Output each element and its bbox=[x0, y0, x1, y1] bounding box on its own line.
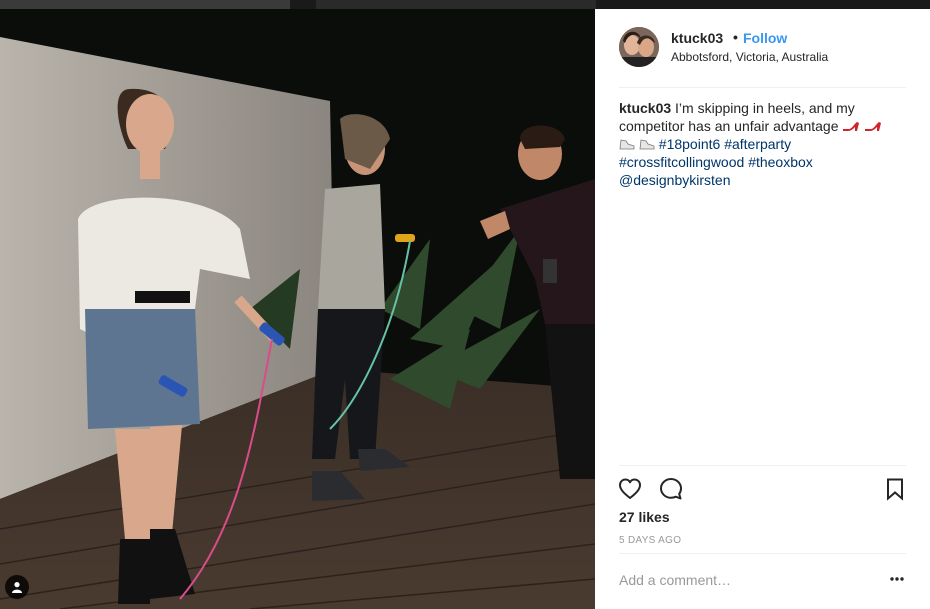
heart-icon[interactable] bbox=[617, 476, 643, 502]
top-strip bbox=[0, 0, 930, 9]
sneaker-emoji-icon bbox=[619, 139, 635, 150]
avatar[interactable] bbox=[619, 27, 659, 67]
post-location[interactable]: Abbotsford, Victoria, Australia bbox=[671, 50, 828, 64]
hashtag-link[interactable]: #18point6 bbox=[659, 136, 721, 152]
photo-scene bbox=[0, 9, 595, 609]
separator-dot: • bbox=[733, 29, 738, 45]
hashtag-link[interactable]: #crossfitcollingwood bbox=[619, 154, 744, 170]
sneaker-emoji-icon bbox=[639, 139, 655, 150]
comment-divider bbox=[619, 553, 906, 554]
follow-button[interactable]: Follow bbox=[743, 30, 787, 46]
bookmark-icon[interactable] bbox=[882, 476, 908, 502]
avatar-image bbox=[619, 27, 659, 67]
likes-count[interactable]: 27 likes bbox=[619, 509, 670, 525]
mention-link[interactable]: @designbykirsten bbox=[619, 172, 731, 188]
strip-segment bbox=[316, 0, 596, 9]
header-divider bbox=[619, 87, 906, 88]
user-tag-icon[interactable] bbox=[5, 575, 29, 599]
post-photo[interactable] bbox=[0, 9, 595, 609]
high-heel-emoji-icon bbox=[865, 122, 882, 131]
post-caption: ktuck03 I’m skipping in heels, and my co… bbox=[619, 99, 909, 189]
hashtag-link[interactable]: #theoxbox bbox=[748, 154, 813, 170]
comment-input[interactable] bbox=[619, 572, 869, 588]
caption-username[interactable]: ktuck03 bbox=[619, 100, 671, 116]
hashtag-link[interactable]: #afterparty bbox=[724, 136, 791, 152]
comment-bubble-icon[interactable] bbox=[658, 476, 684, 502]
post-username[interactable]: ktuck03 bbox=[671, 30, 723, 46]
high-heel-emoji-icon bbox=[843, 122, 860, 131]
actions-divider bbox=[619, 465, 906, 466]
post-timestamp[interactable]: 5 DAYS AGO bbox=[619, 535, 681, 546]
post-header: ktuck03 • Follow Abbotsford, Victoria, A… bbox=[595, 9, 930, 87]
post-sidebar: ktuck03 • Follow Abbotsford, Victoria, A… bbox=[595, 9, 930, 609]
user-tag-glyph bbox=[12, 582, 22, 593]
more-options-icon[interactable] bbox=[889, 574, 905, 584]
strip-segment bbox=[0, 0, 290, 9]
